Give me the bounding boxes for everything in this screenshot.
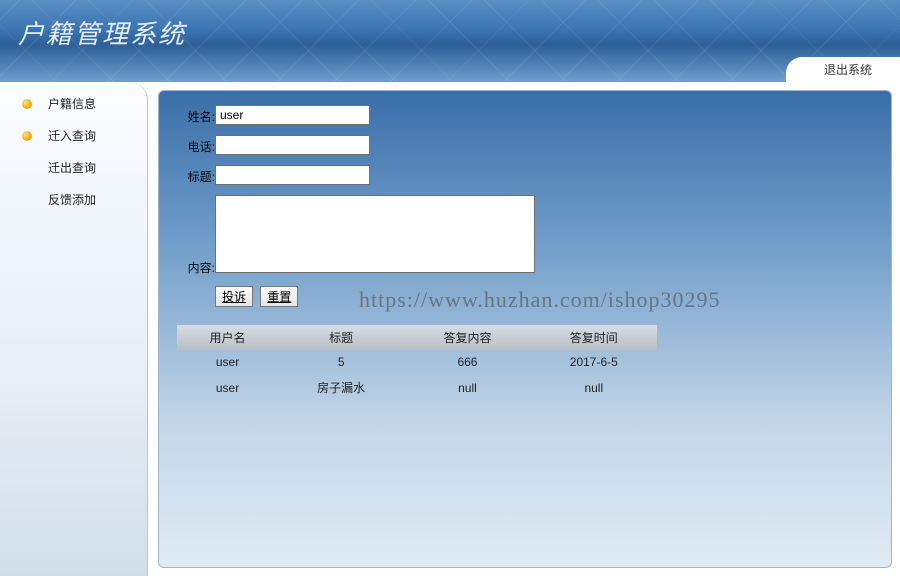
cell: 5 (278, 350, 404, 374)
sidebar-item-label: 迁出查询 (48, 159, 96, 176)
bullet-icon (22, 99, 32, 109)
main: 姓名: 电话: 标题: 内容: 投诉 重置 (148, 82, 900, 576)
sidebar-item-label: 迁入查询 (48, 127, 96, 144)
cell: user (177, 350, 278, 374)
form-row-title: 标题: (177, 165, 873, 185)
name-input[interactable] (215, 105, 370, 125)
body: 户籍信息 迁入查询 迁出查询 反馈添加 姓名: 电话: 标题: (0, 82, 900, 576)
button-row: 投诉 重置 (177, 286, 873, 307)
cell: 666 (404, 350, 530, 374)
bullet-icon (22, 131, 32, 141)
th-username: 用户名 (177, 325, 278, 350)
cell: null (404, 374, 530, 401)
reset-button[interactable]: 重置 (260, 286, 298, 307)
cell: null (531, 374, 657, 401)
phone-label: 电话: (177, 135, 215, 155)
sidebar-item-qianchu[interactable]: 迁出查询 (0, 152, 147, 184)
table-row: user 房子漏水 null null (177, 374, 657, 401)
table-row: user 5 666 2017-6-5 (177, 350, 657, 374)
th-reply-content: 答复内容 (404, 325, 530, 350)
table-header-row: 用户名 标题 答复内容 答复时间 (177, 325, 657, 350)
content-textarea[interactable] (215, 195, 535, 273)
reply-table: 用户名 标题 答复内容 答复时间 user 5 666 2017-6-5 use… (177, 325, 657, 401)
app-title: 户籍管理系统 (18, 14, 186, 51)
content-label: 内容: (177, 195, 215, 276)
title-input[interactable] (215, 165, 370, 185)
th-title: 标题 (278, 325, 404, 350)
sidebar-item-qianru[interactable]: 迁入查询 (0, 120, 147, 152)
sidebar-item-label: 反馈添加 (48, 191, 96, 208)
form-row-content: 内容: (177, 195, 873, 276)
phone-input[interactable] (215, 135, 370, 155)
logout-button[interactable]: 退出系统 (786, 57, 900, 82)
cell: user (177, 374, 278, 401)
cell: 房子漏水 (278, 374, 404, 401)
title-label: 标题: (177, 165, 215, 185)
header: 户籍管理系统 退出系统 (0, 0, 900, 82)
cell: 2017-6-5 (531, 350, 657, 374)
sidebar-item-huji[interactable]: 户籍信息 (0, 88, 147, 120)
form-row-name: 姓名: (177, 105, 873, 125)
form-row-phone: 电话: (177, 135, 873, 155)
name-label: 姓名: (177, 105, 215, 125)
sidebar-item-fankui[interactable]: 反馈添加 (0, 184, 147, 216)
submit-button[interactable]: 投诉 (215, 286, 253, 307)
main-panel: 姓名: 电话: 标题: 内容: 投诉 重置 (158, 90, 892, 568)
sidebar: 户籍信息 迁入查询 迁出查询 反馈添加 (0, 82, 148, 576)
th-reply-time: 答复时间 (531, 325, 657, 350)
sidebar-item-label: 户籍信息 (48, 95, 96, 112)
